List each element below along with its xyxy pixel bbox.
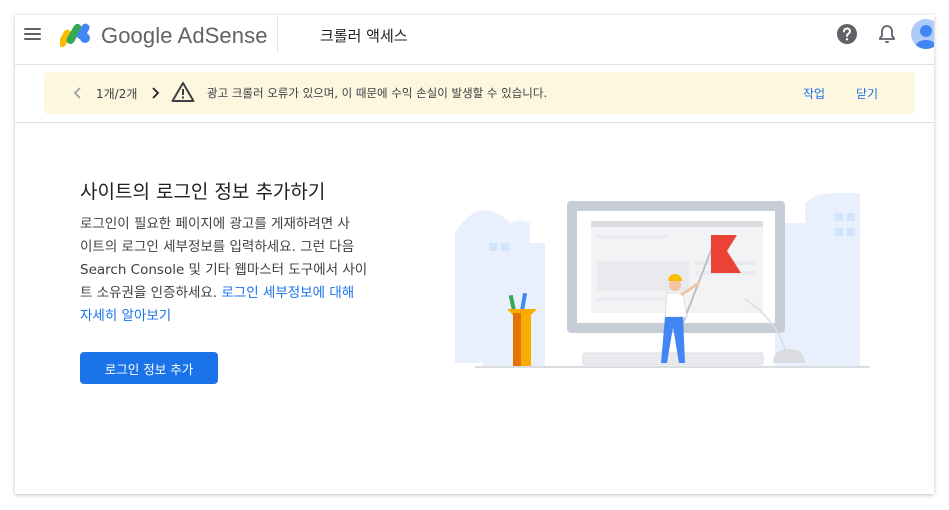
learn-more-link-continued[interactable]: 자세히 알아보기 <box>80 305 410 328</box>
description-line: 로그인이 필요한 페이지에 광고를 게재하려면 사 <box>80 216 350 232</box>
alert-banner: 1개/2개 광고 크롤러 오류가 있으며, 이 때문에 수익 손실이 발생할 수… <box>44 72 915 114</box>
description-text: 트 소유권을 인증하세요. <box>80 285 222 301</box>
adsense-logo-icon <box>60 23 90 48</box>
description-line: 이트의 로그인 세부정보를 입력하세요. 그런 다음 <box>80 239 355 255</box>
description-line: 트 소유권을 인증하세요. 로그인 세부정보에 대해 <box>80 282 410 305</box>
page-title: 크롤러 액세스 <box>320 27 408 45</box>
warning-icon <box>171 82 195 102</box>
header-divider <box>277 17 278 53</box>
chevron-right-icon[interactable] <box>147 83 163 103</box>
banner-action-button[interactable]: 작업 <box>803 85 825 102</box>
brand-name: Google AdSense <box>101 23 268 48</box>
crawler-illustration <box>455 193 870 368</box>
banner-message: 광고 크롤러 오류가 있으며, 이 때문에 수익 손실이 발생할 수 있습니다. <box>207 86 548 100</box>
avatar-icon[interactable] <box>911 19 934 49</box>
section-divider <box>15 122 934 123</box>
notifications-icon[interactable] <box>876 23 898 45</box>
banner-close-button[interactable]: 닫기 <box>856 85 878 102</box>
description-line: Search Console 및 기타 웹마스터 도구에서 사이 <box>80 262 368 278</box>
learn-more-link[interactable]: 로그인 세부정보에 대해 <box>221 285 354 301</box>
menu-icon[interactable] <box>23 24 43 44</box>
banner-counter: 1개/2개 <box>96 87 138 101</box>
chevron-left-icon[interactable] <box>70 83 86 103</box>
top-app-bar: Google AdSense 크롤러 액세스 <box>15 15 934 65</box>
add-login-info-button[interactable]: 로그인 정보 추가 <box>80 352 218 384</box>
help-icon[interactable] <box>836 23 858 45</box>
section-description: 로그인이 필요한 페이지에 광고를 게재하려면 사 이트의 로그인 세부정보를 … <box>80 213 410 328</box>
app-window: Google AdSense 크롤러 액세스 1개/2개 광고 크롤러 오류가 … <box>15 15 934 494</box>
section-heading: 사이트의 로그인 정보 추가하기 <box>80 181 326 203</box>
